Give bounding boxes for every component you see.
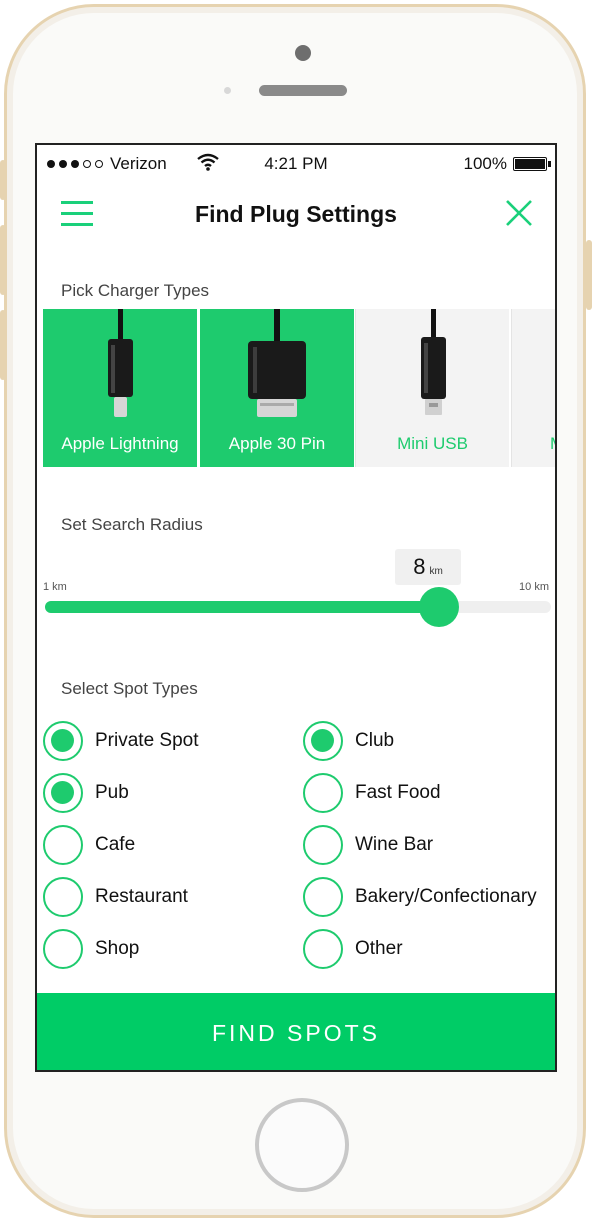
search-radius-slider: 8 km 1 km 10 km xyxy=(37,545,555,627)
earpiece-speaker xyxy=(259,85,347,96)
find-spots-button[interactable]: FIND SPOTS xyxy=(37,993,555,1070)
close-icon[interactable] xyxy=(505,199,533,227)
spot-label: Restaurant xyxy=(95,886,188,907)
volume-up-button xyxy=(0,225,6,295)
charger-option-lightning[interactable]: Apple Lightning xyxy=(43,309,197,467)
spot-option-club[interactable]: Club xyxy=(303,721,394,761)
battery-status: 100% xyxy=(463,154,551,174)
radius-value: 8 xyxy=(413,554,426,579)
spot-label: Shop xyxy=(95,938,140,959)
status-bar: Verizon 4:21 PM 100% xyxy=(37,145,555,181)
spot-option-restaurant[interactable]: Restaurant xyxy=(43,877,188,917)
page-title: Find Plug Settings xyxy=(195,201,397,227)
radio-button[interactable] xyxy=(43,721,83,761)
spot-label: Cafe xyxy=(95,834,136,855)
spot-option-fast-food[interactable]: Fast Food xyxy=(303,773,441,813)
spot-label: Bakery/Confectionary xyxy=(355,886,537,907)
charger-section-label: Pick Charger Types xyxy=(61,281,210,300)
power-button xyxy=(586,240,592,310)
radius-value-bubble: 8 km xyxy=(395,549,461,585)
radius-min-label: 1 km xyxy=(43,581,67,593)
spot-label: Club xyxy=(355,730,395,751)
charger-option-30-pin[interactable]: Apple 30 Pin xyxy=(200,309,354,467)
slider-fill xyxy=(45,601,439,613)
slider-track[interactable] xyxy=(45,601,551,613)
spot-label: Private Spot xyxy=(95,730,199,751)
charger-type-picker: Apple Lightning Apple 30 Pin Mini USB xyxy=(43,309,555,467)
home-button[interactable] xyxy=(255,1098,349,1192)
radius-section-label: Set Search Radius xyxy=(61,515,203,534)
spot-option-private-spot[interactable]: Private Spot xyxy=(43,721,199,761)
radio-button[interactable] xyxy=(303,773,343,813)
spot-option-cafe[interactable]: Cafe xyxy=(43,825,135,865)
spot-option-wine-bar[interactable]: Wine Bar xyxy=(303,825,433,865)
radius-max-label: 10 km xyxy=(519,581,549,593)
spot-label: Other xyxy=(355,938,403,959)
spot-option-bakery-confectionary[interactable]: Bakery/Confectionary xyxy=(303,877,537,917)
spot-label: Pub xyxy=(95,782,129,803)
radio-button[interactable] xyxy=(303,721,343,761)
spot-section-label: Select Spot Types xyxy=(61,679,198,698)
charger-label: Mini USB xyxy=(397,434,468,453)
mute-switch xyxy=(0,160,6,200)
radio-button[interactable] xyxy=(43,877,83,917)
charger-option-partial[interactable]: M xyxy=(511,309,555,467)
battery-icon xyxy=(513,157,551,171)
radio-button[interactable] xyxy=(303,929,343,969)
spot-label: Fast Food xyxy=(355,782,441,803)
30-pin-cable-icon xyxy=(248,309,306,417)
app-screen: Verizon 4:21 PM 100% Find Plug Settings … xyxy=(35,143,557,1072)
radius-unit: km xyxy=(429,566,443,577)
lightning-cable-icon xyxy=(108,309,133,417)
battery-percent: 100% xyxy=(463,154,507,173)
spot-label: Wine Bar xyxy=(355,834,434,855)
radio-button[interactable] xyxy=(43,825,83,865)
slider-thumb[interactable] xyxy=(418,587,459,627)
radio-button[interactable] xyxy=(43,929,83,969)
radio-button[interactable] xyxy=(303,825,343,865)
spot-option-shop[interactable]: Shop xyxy=(43,929,139,969)
proximity-sensor xyxy=(224,87,231,94)
nav-bar: Find Plug Settings xyxy=(37,187,555,245)
charger-label: Apple Lightning xyxy=(61,434,179,453)
spot-option-pub[interactable]: Pub xyxy=(43,773,129,813)
radio-button[interactable] xyxy=(303,877,343,917)
radio-button[interactable] xyxy=(43,773,83,813)
charger-option-mini-usb[interactable]: Mini USB xyxy=(355,309,509,467)
charger-label: M xyxy=(550,434,555,454)
mini-usb-cable-icon xyxy=(421,309,446,415)
volume-down-button xyxy=(0,310,6,380)
front-camera xyxy=(295,45,311,61)
charger-label: Apple 30 Pin xyxy=(228,434,326,453)
spot-option-other[interactable]: Other xyxy=(303,929,403,969)
